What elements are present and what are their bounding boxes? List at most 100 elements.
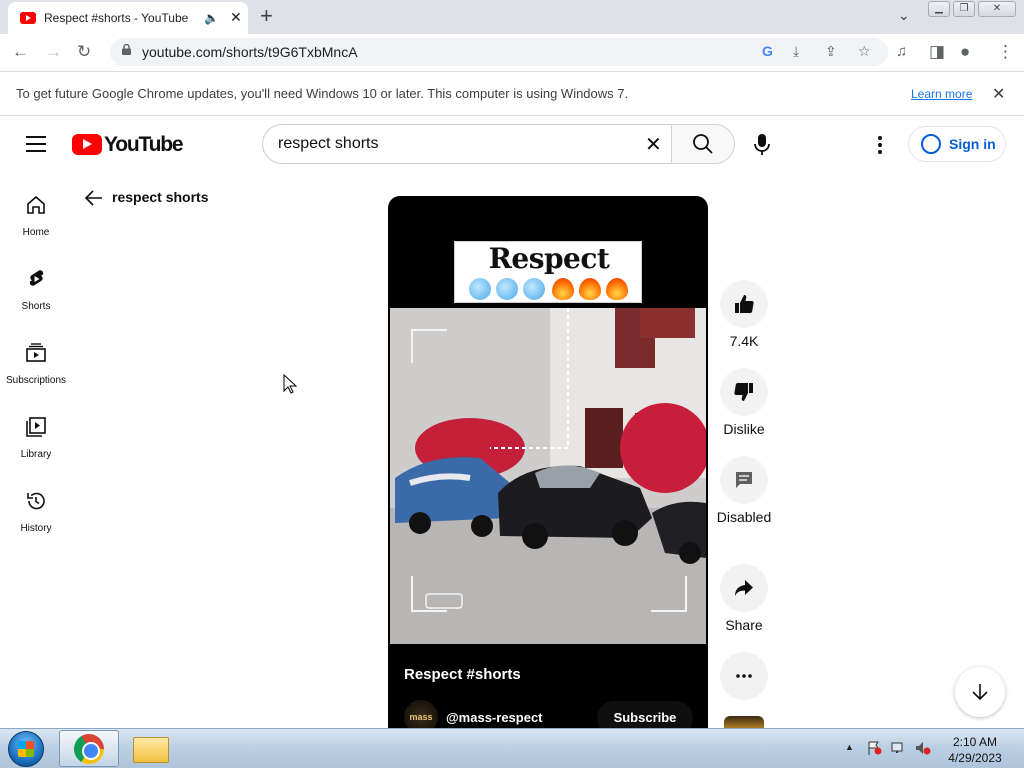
network-icon[interactable] xyxy=(891,741,907,755)
sidebar-item-shorts[interactable]: Shorts xyxy=(0,268,72,342)
minimize-button[interactable]: ▁ xyxy=(928,1,950,17)
share-label: Share xyxy=(725,617,763,633)
video-frame[interactable] xyxy=(390,308,706,644)
fire-emoji-icon xyxy=(552,278,574,300)
share-button[interactable] xyxy=(720,564,768,612)
google-lens-icon[interactable]: G xyxy=(762,43,773,59)
channel-name[interactable]: @mass-respect xyxy=(446,710,543,725)
back-to-search-link[interactable]: respect shorts xyxy=(84,187,214,209)
profile-icon[interactable]: ● xyxy=(960,42,970,62)
home-icon xyxy=(27,195,45,214)
youtube-favicon-icon xyxy=(20,12,36,24)
mouse-cursor-icon xyxy=(283,374,297,394)
sidebar-item-label: Home xyxy=(22,227,50,238)
tab-search-chevron-icon[interactable]: ⌄ xyxy=(898,7,910,24)
back-arrow-icon[interactable]: ← xyxy=(12,42,29,62)
fire-emoji-icon xyxy=(579,278,601,300)
speaker-icon[interactable]: 🔈 xyxy=(204,11,219,25)
like-count: 7.4K xyxy=(729,333,759,349)
sidebar-item-subscriptions[interactable]: Subscriptions xyxy=(0,342,72,416)
forward-arrow-icon[interactable]: → xyxy=(45,42,62,62)
lock-icon xyxy=(122,44,131,55)
dislike-label: Dislike xyxy=(723,421,765,437)
restore-button[interactable]: ❐ xyxy=(953,1,975,17)
video-frame-image xyxy=(390,308,706,644)
sidebar-item-label: Subscriptions xyxy=(5,375,67,386)
video-caption-overlay: Respect xyxy=(454,241,642,303)
cold-face-emoji-icon xyxy=(496,278,518,300)
volume-muted-icon[interactable] xyxy=(915,741,931,755)
chrome-icon xyxy=(74,734,104,764)
more-options-icon[interactable] xyxy=(878,135,882,155)
video-title[interactable]: Respect #shorts xyxy=(404,666,521,683)
shorts-icon xyxy=(29,270,44,286)
browser-tab[interactable]: Respect #shorts - YouTube 🔈 ✕ xyxy=(8,2,248,34)
youtube-header: YouTube respect shorts ✕ Sign in xyxy=(0,117,1024,173)
search-button[interactable] xyxy=(671,124,735,164)
sidebar-item-label: History xyxy=(20,523,52,534)
tab-title: Respect #shorts - YouTube xyxy=(44,11,189,25)
search-input[interactable]: respect shorts ✕ xyxy=(262,124,672,164)
more-horizontal-icon xyxy=(736,674,752,678)
clock-time: 2:10 AM xyxy=(952,735,998,749)
show-hidden-icons-icon[interactable]: ▲ xyxy=(845,742,854,752)
sidebar-item-history[interactable]: History xyxy=(0,490,72,564)
file-explorer-icon[interactable] xyxy=(133,737,169,763)
comments-disabled-label: Disabled xyxy=(716,509,772,525)
reload-icon[interactable]: ↻ xyxy=(77,42,91,62)
address-bar[interactable]: youtube.com/shorts/t9G6TxbMncA G ⤓ ⇪ ☆ xyxy=(110,38,888,66)
start-button[interactable] xyxy=(8,731,44,767)
infobar-close-icon[interactable]: ✕ xyxy=(992,84,1005,104)
close-tab-icon[interactable]: ✕ xyxy=(230,9,242,26)
clock-date: 4/29/2023 xyxy=(948,751,1002,765)
arrow-left-icon xyxy=(84,190,102,206)
chrome-menu-icon[interactable]: ⋮ xyxy=(997,42,1014,62)
thumbs-up-icon xyxy=(735,295,754,313)
windows-taskbar: ▲ 2:10 AM 4/29/2023 xyxy=(0,728,1024,768)
microphone-icon[interactable] xyxy=(752,133,772,157)
action-center-flag-icon[interactable] xyxy=(866,741,882,755)
back-label: respect shorts xyxy=(112,189,209,205)
account-circle-icon xyxy=(921,134,941,154)
hamburger-menu-icon[interactable] xyxy=(26,136,46,152)
fire-emoji-icon xyxy=(606,278,628,300)
search-icon xyxy=(693,134,713,154)
url-text[interactable]: youtube.com/shorts/t9G6TxbMncA xyxy=(142,44,358,60)
shorts-player[interactable]: Respect Respect #shorts mass @mass-respe… xyxy=(388,196,708,736)
cold-face-emoji-icon xyxy=(523,278,545,300)
sign-in-button[interactable]: Sign in xyxy=(908,126,1006,162)
close-window-button[interactable]: ✕ xyxy=(978,1,1016,17)
more-actions-button[interactable] xyxy=(720,652,768,700)
search-input-value[interactable]: respect shorts xyxy=(278,135,378,153)
taskbar-clock[interactable]: 2:10 AM 4/29/2023 xyxy=(940,734,1010,766)
youtube-wordmark[interactable]: YouTube xyxy=(104,133,184,157)
bookmark-star-icon[interactable]: ☆ xyxy=(858,43,871,60)
comments-button[interactable] xyxy=(720,456,768,504)
next-short-button[interactable] xyxy=(955,667,1005,717)
new-tab-button[interactable]: + xyxy=(260,4,273,28)
sidebar-item-label: Shorts xyxy=(21,301,51,312)
taskbar-chrome-button[interactable] xyxy=(59,730,119,767)
sidebar-item-home[interactable]: Home xyxy=(0,194,72,268)
sign-in-label: Sign in xyxy=(949,136,996,152)
share-arrow-icon xyxy=(735,580,753,596)
history-icon xyxy=(27,492,45,510)
youtube-logo-icon[interactable] xyxy=(72,134,102,155)
subscriptions-icon xyxy=(26,343,46,362)
dislike-button[interactable] xyxy=(720,368,768,416)
thumbs-down-icon xyxy=(734,383,753,401)
media-control-icon[interactable]: ♫ xyxy=(896,42,907,62)
sidebar-item-library[interactable]: Library xyxy=(0,416,72,490)
share-page-icon[interactable]: ⇪ xyxy=(825,43,837,60)
library-icon xyxy=(26,417,46,437)
caption-text: Respect xyxy=(488,242,610,275)
comment-icon xyxy=(736,472,752,488)
side-panel-icon[interactable]: ◨ xyxy=(929,42,945,62)
like-button[interactable] xyxy=(720,280,768,328)
install-app-icon[interactable]: ⤓ xyxy=(793,43,799,60)
update-infobar: To get future Google Chrome updates, you… xyxy=(0,72,1024,116)
clear-search-icon[interactable]: ✕ xyxy=(645,132,662,157)
browser-tab-strip: Respect #shorts - YouTube 🔈 ✕ + ⌄ ▁ ❐ ✕ xyxy=(0,0,1024,34)
browser-toolbar: ← → ↻ youtube.com/shorts/t9G6TxbMncA G ⤓… xyxy=(0,34,1024,72)
learn-more-link[interactable]: Learn more xyxy=(911,87,972,101)
